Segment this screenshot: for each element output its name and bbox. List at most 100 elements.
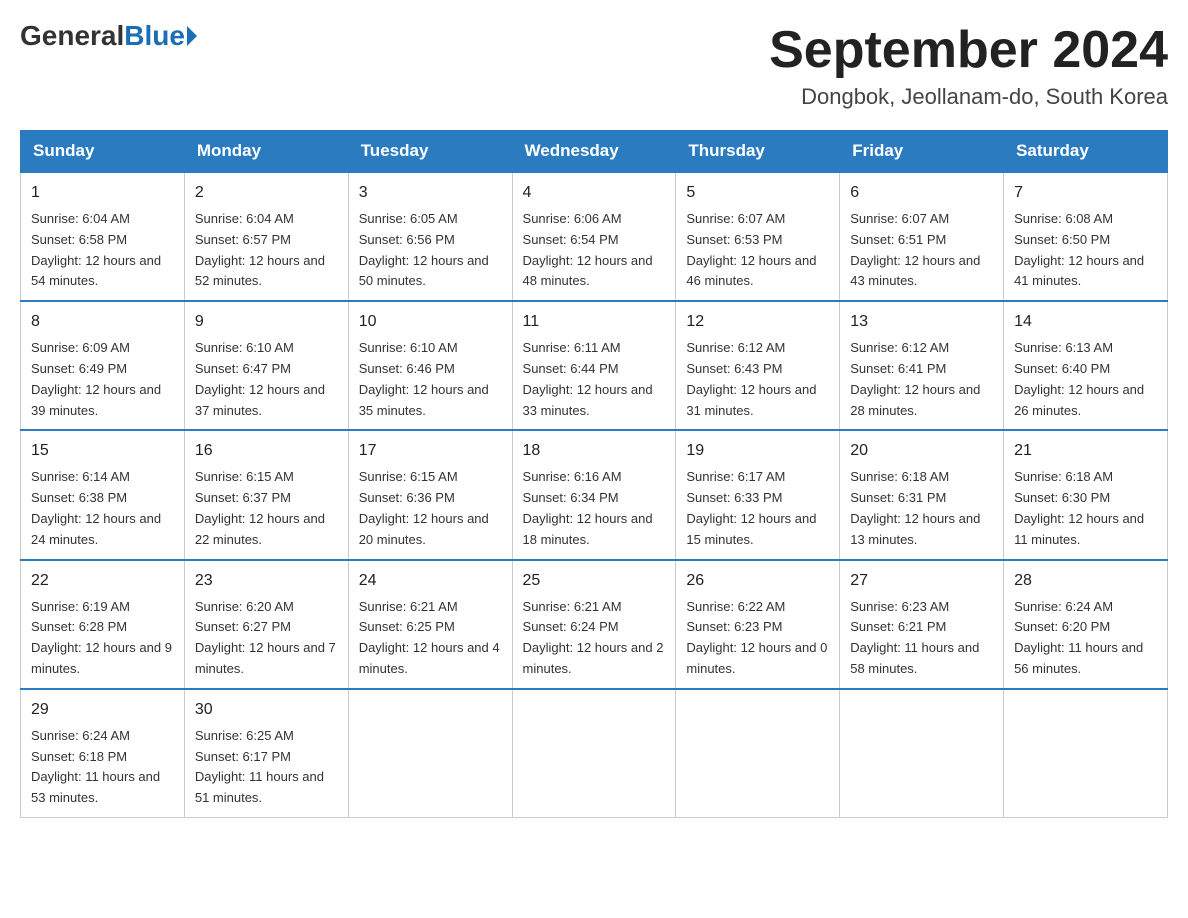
day-info: Sunrise: 6:16 AMSunset: 6:34 PMDaylight:… [523,467,666,550]
calendar-cell: 12Sunrise: 6:12 AMSunset: 6:43 PMDayligh… [676,301,840,430]
day-info: Sunrise: 6:24 AMSunset: 6:18 PMDaylight:… [31,726,174,809]
week-row-5: 29 Sunrise: 6:24 AMSunset: 6:18 PMDayligh… [21,689,1168,818]
calendar-cell: 28Sunrise: 6:24 AMSunset: 6:20 PMDayligh… [1004,560,1168,689]
day-info: Sunrise: 6:23 AMSunset: 6:21 PMDaylight:… [850,597,993,680]
calendar-cell: 30Sunrise: 6:25 AMSunset: 6:17 PMDayligh… [184,689,348,818]
calendar-cell [1004,689,1168,818]
day-number: 15 [31,439,174,463]
calendar-cell: 8 Sunrise: 6:09 AMSunset: 6:49 PMDaylight… [21,301,185,430]
day-number: 5 [686,181,829,205]
day-number: 14 [1014,310,1157,334]
calendar-cell: 10 Sunrise: 6:10 AMSunset: 6:46 PMDayligh… [348,301,512,430]
day-number: 21 [1014,439,1157,463]
calendar-cell: 15 Sunrise: 6:14 AMSunset: 6:38 PMDayligh… [21,430,185,559]
calendar-cell: 17 Sunrise: 6:15 AMSunset: 6:36 PMDayligh… [348,430,512,559]
day-info: Sunrise: 6:14 AMSunset: 6:38 PMDaylight:… [31,467,174,550]
day-info: Sunrise: 6:13 AMSunset: 6:40 PMDaylight:… [1014,338,1157,421]
calendar-cell: 22 Sunrise: 6:19 AMSunset: 6:28 PMDayligh… [21,560,185,689]
day-number: 22 [31,569,174,593]
day-number: 1 [31,181,174,205]
day-info: Sunrise: 6:21 AMSunset: 6:25 PMDaylight:… [359,597,502,680]
calendar-cell: 19 Sunrise: 6:17 AMSunset: 6:33 PMDayligh… [676,430,840,559]
day-info: Sunrise: 6:24 AMSunset: 6:20 PMDaylight:… [1014,597,1157,680]
day-number: 23 [195,569,338,593]
week-row-1: 1 Sunrise: 6:04 AMSunset: 6:58 PMDaylight… [21,172,1168,301]
calendar-cell: 21Sunrise: 6:18 AMSunset: 6:30 PMDayligh… [1004,430,1168,559]
day-number: 9 [195,310,338,334]
calendar-cell: 14 Sunrise: 6:13 AMSunset: 6:40 PMDayligh… [1004,301,1168,430]
day-number: 6 [850,181,993,205]
calendar-cell: 5Sunrise: 6:07 AMSunset: 6:53 PMDaylight… [676,172,840,301]
day-number: 16 [195,439,338,463]
day-number: 18 [523,439,666,463]
day-info: Sunrise: 6:12 AMSunset: 6:43 PMDaylight:… [686,338,829,421]
calendar-cell [676,689,840,818]
day-number: 11 [523,310,666,334]
day-number: 25 [523,569,666,593]
day-number: 19 [686,439,829,463]
calendar-cell: 26 Sunrise: 6:22 AMSunset: 6:23 PMDayligh… [676,560,840,689]
day-info: Sunrise: 6:10 AMSunset: 6:46 PMDaylight:… [359,338,502,421]
calendar-cell: 18 Sunrise: 6:16 AMSunset: 6:34 PMDayligh… [512,430,676,559]
calendar-cell: 4Sunrise: 6:06 AMSunset: 6:54 PMDaylight… [512,172,676,301]
column-header-thursday: Thursday [676,131,840,173]
day-info: Sunrise: 6:12 AMSunset: 6:41 PMDaylight:… [850,338,993,421]
page-header: General Blue September 2024 Dongbok, Jeo… [20,20,1168,110]
week-row-2: 8 Sunrise: 6:09 AMSunset: 6:49 PMDaylight… [21,301,1168,430]
calendar-cell: 29 Sunrise: 6:24 AMSunset: 6:18 PMDayligh… [21,689,185,818]
week-row-3: 15 Sunrise: 6:14 AMSunset: 6:38 PMDayligh… [21,430,1168,559]
day-number: 24 [359,569,502,593]
column-header-tuesday: Tuesday [348,131,512,173]
calendar-cell: 6Sunrise: 6:07 AMSunset: 6:51 PMDaylight… [840,172,1004,301]
day-info: Sunrise: 6:04 AMSunset: 6:58 PMDaylight:… [31,209,174,292]
day-info: Sunrise: 6:09 AMSunset: 6:49 PMDaylight:… [31,338,174,421]
day-number: 13 [850,310,993,334]
calendar-cell [348,689,512,818]
calendar-cell: 24 Sunrise: 6:21 AMSunset: 6:25 PMDayligh… [348,560,512,689]
week-row-4: 22 Sunrise: 6:19 AMSunset: 6:28 PMDayligh… [21,560,1168,689]
day-number: 7 [1014,181,1157,205]
day-number: 29 [31,698,174,722]
column-header-monday: Monday [184,131,348,173]
day-info: Sunrise: 6:06 AMSunset: 6:54 PMDaylight:… [523,209,666,292]
day-info: Sunrise: 6:22 AMSunset: 6:23 PMDaylight:… [686,597,829,680]
column-header-wednesday: Wednesday [512,131,676,173]
day-info: Sunrise: 6:15 AMSunset: 6:36 PMDaylight:… [359,467,502,550]
location-text: Dongbok, Jeollanam-do, South Korea [769,84,1168,110]
day-info: Sunrise: 6:15 AMSunset: 6:37 PMDaylight:… [195,467,338,550]
calendar-cell: 20Sunrise: 6:18 AMSunset: 6:31 PMDayligh… [840,430,1004,559]
logo-general-text: General [20,20,124,52]
day-info: Sunrise: 6:08 AMSunset: 6:50 PMDaylight:… [1014,209,1157,292]
day-number: 2 [195,181,338,205]
day-info: Sunrise: 6:21 AMSunset: 6:24 PMDaylight:… [523,597,666,680]
day-info: Sunrise: 6:17 AMSunset: 6:33 PMDaylight:… [686,467,829,550]
day-number: 17 [359,439,502,463]
calendar-cell: 13 Sunrise: 6:12 AMSunset: 6:41 PMDayligh… [840,301,1004,430]
logo-blue-text: Blue [124,20,185,52]
month-title: September 2024 [769,20,1168,80]
logo-blue-part: Blue [124,20,197,52]
calendar-cell: 25 Sunrise: 6:21 AMSunset: 6:24 PMDayligh… [512,560,676,689]
calendar-table: SundayMondayTuesdayWednesdayThursdayFrid… [20,130,1168,818]
logo: General Blue [20,20,197,52]
title-section: September 2024 Dongbok, Jeollanam-do, So… [769,20,1168,110]
day-info: Sunrise: 6:11 AMSunset: 6:44 PMDaylight:… [523,338,666,421]
calendar-cell: 27Sunrise: 6:23 AMSunset: 6:21 PMDayligh… [840,560,1004,689]
day-number: 20 [850,439,993,463]
day-info: Sunrise: 6:20 AMSunset: 6:27 PMDaylight:… [195,597,338,680]
calendar-cell: 23 Sunrise: 6:20 AMSunset: 6:27 PMDayligh… [184,560,348,689]
calendar-header-row: SundayMondayTuesdayWednesdayThursdayFrid… [21,131,1168,173]
day-info: Sunrise: 6:25 AMSunset: 6:17 PMDaylight:… [195,726,338,809]
calendar-cell: 2Sunrise: 6:04 AMSunset: 6:57 PMDaylight… [184,172,348,301]
day-info: Sunrise: 6:10 AMSunset: 6:47 PMDaylight:… [195,338,338,421]
calendar-cell: 3Sunrise: 6:05 AMSunset: 6:56 PMDaylight… [348,172,512,301]
day-info: Sunrise: 6:05 AMSunset: 6:56 PMDaylight:… [359,209,502,292]
day-number: 10 [359,310,502,334]
day-number: 26 [686,569,829,593]
calendar-cell: 11 Sunrise: 6:11 AMSunset: 6:44 PMDayligh… [512,301,676,430]
column-header-friday: Friday [840,131,1004,173]
calendar-cell [512,689,676,818]
day-number: 8 [31,310,174,334]
column-header-saturday: Saturday [1004,131,1168,173]
day-info: Sunrise: 6:19 AMSunset: 6:28 PMDaylight:… [31,597,174,680]
